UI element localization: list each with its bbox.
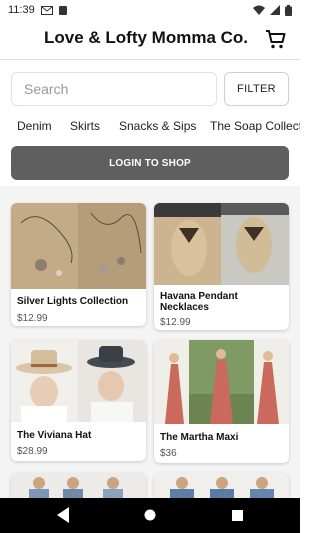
product-image <box>154 203 289 285</box>
back-icon[interactable] <box>57 507 69 523</box>
product-image <box>11 340 146 422</box>
wifi-icon <box>253 5 265 15</box>
product-price: $36 <box>160 448 177 459</box>
home-icon[interactable] <box>144 509 156 521</box>
cart-icon <box>266 30 286 49</box>
product-card[interactable]: Havana Pendant Necklaces $12.99 <box>154 203 289 330</box>
product-card[interactable]: Silver Lights Collection $12.99 <box>11 203 146 326</box>
product-name: Havana Pendant Necklaces <box>160 291 238 313</box>
category-tabs: Denim Skirts Snacks & Sips The Soap Coll… <box>0 118 300 136</box>
signal-icon <box>270 5 280 15</box>
category-snacks-sips[interactable]: Snacks & Sips <box>119 119 196 133</box>
battery-icon <box>285 4 292 16</box>
status-time: 11:39 <box>8 4 35 16</box>
clipboard-icon <box>58 6 67 15</box>
product-card[interactable]: The Martha Maxi $36 <box>154 340 289 463</box>
status-bar: 11:39 <box>0 0 300 20</box>
category-soap-collection[interactable]: The Soap Collection <box>210 119 300 133</box>
store-title: Love & Lofty Momma Co. <box>44 28 249 47</box>
product-image <box>11 473 146 498</box>
product-price: $28.99 <box>17 446 48 457</box>
product-grid: Silver Lights Collection $12.99 Havana P… <box>0 186 300 498</box>
cart-button[interactable] <box>264 27 288 51</box>
recents-icon[interactable] <box>232 510 243 521</box>
gmail-icon <box>40 5 53 15</box>
product-card[interactable]: The Viviana Hat $28.99 <box>11 340 146 461</box>
category-skirts[interactable]: Skirts <box>70 119 100 133</box>
product-name: The Martha Maxi <box>160 432 239 443</box>
product-image <box>154 473 289 498</box>
product-image <box>154 340 289 424</box>
product-card[interactable] <box>154 473 289 498</box>
system-nav-bar <box>0 498 300 533</box>
product-name: Silver Lights Collection <box>17 296 129 307</box>
product-price: $12.99 <box>160 317 191 328</box>
search-input[interactable] <box>11 72 217 106</box>
login-to-shop-button[interactable]: LOGIN TO SHOP <box>11 146 289 180</box>
product-name: The Viviana Hat <box>17 430 92 441</box>
product-card[interactable] <box>11 473 146 498</box>
category-denim[interactable]: Denim <box>17 119 52 133</box>
product-price: $12.99 <box>17 313 48 324</box>
search-row: FILTER <box>11 72 289 106</box>
filter-button[interactable]: FILTER <box>224 72 289 106</box>
app-header: Love & Lofty Momma Co. <box>0 20 300 60</box>
product-image <box>11 203 146 289</box>
